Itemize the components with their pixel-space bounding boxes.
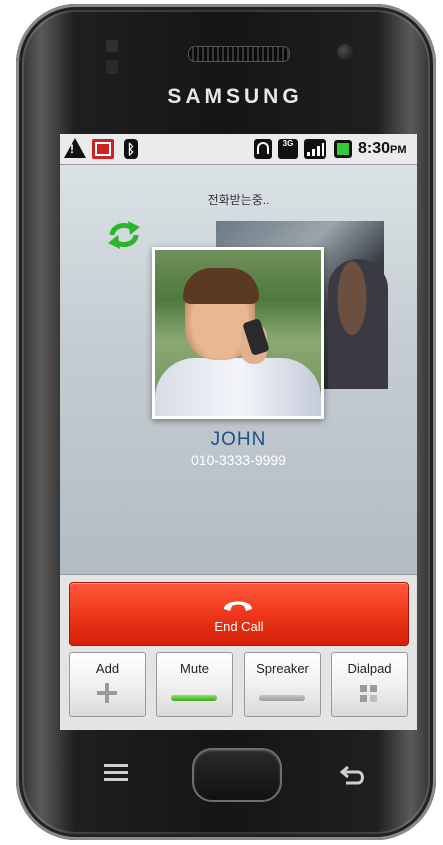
battery-icon: [334, 140, 352, 158]
caller-number: 010-3333-9999: [191, 452, 286, 468]
mute-label: Mute: [180, 661, 209, 676]
held-caller-silhouette: [328, 259, 388, 389]
add-call-button[interactable]: Add: [69, 652, 146, 717]
missed-call-icon: [92, 139, 114, 159]
end-call-label: End Call: [214, 619, 264, 634]
photo-shirt: [155, 358, 321, 416]
light-sensor: [106, 60, 118, 74]
bluetooth-icon: ᛒ: [124, 139, 138, 159]
speaker-button[interactable]: Spreaker: [244, 652, 321, 717]
photo-hair: [183, 268, 259, 304]
home-button[interactable]: [192, 748, 282, 802]
call-status: 전화받는중..: [207, 193, 270, 207]
caller-name: JOHN: [210, 429, 267, 450]
front-camera-icon: [337, 44, 353, 60]
handset-icon: [224, 601, 252, 611]
3g-icon: 3G: [278, 139, 298, 159]
brand-logo: SAMSUNG: [167, 85, 303, 108]
status-bar: ! ᛒ 3G 8:30PM: [60, 134, 417, 165]
end-call-button[interactable]: End Call: [69, 582, 409, 646]
back-key-icon[interactable]: [340, 764, 366, 786]
screen: ! ᛒ 3G 8:30PM 전화받는중.. JOHN 010-3333-9999…: [60, 134, 417, 730]
warning-mark: !: [70, 142, 74, 156]
call-controls: End Call Add Mute Spreaker Dialpad: [60, 574, 417, 730]
mute-indicator-icon: [171, 695, 217, 701]
clock-time: 8:30: [358, 140, 391, 157]
speaker-indicator-icon: [259, 695, 305, 701]
clock-ampm: PM: [390, 144, 407, 156]
status-clock: 8:30PM: [358, 140, 407, 158]
dialpad-button[interactable]: Dialpad: [331, 652, 408, 717]
swap-calls-icon[interactable]: [106, 220, 142, 250]
warning-icon: [64, 138, 86, 158]
signal-icon: [304, 139, 326, 159]
call-area: 전화받는중.. JOHN 010-3333-9999: [60, 165, 417, 574]
earpiece-speaker: [188, 46, 290, 62]
speaker-label: Spreaker: [256, 661, 309, 676]
menu-key-icon[interactable]: [104, 764, 128, 782]
caller-photo: [152, 247, 324, 419]
dialpad-label: Dialpad: [347, 661, 392, 676]
dialpad-icon: [360, 685, 378, 703]
wifi-icon: [254, 139, 272, 159]
plus-icon: [97, 683, 117, 703]
mute-button[interactable]: Mute: [156, 652, 233, 717]
proximity-sensor: [106, 40, 118, 52]
add-label: Add: [95, 661, 120, 676]
caller-photo-image: [155, 250, 321, 416]
